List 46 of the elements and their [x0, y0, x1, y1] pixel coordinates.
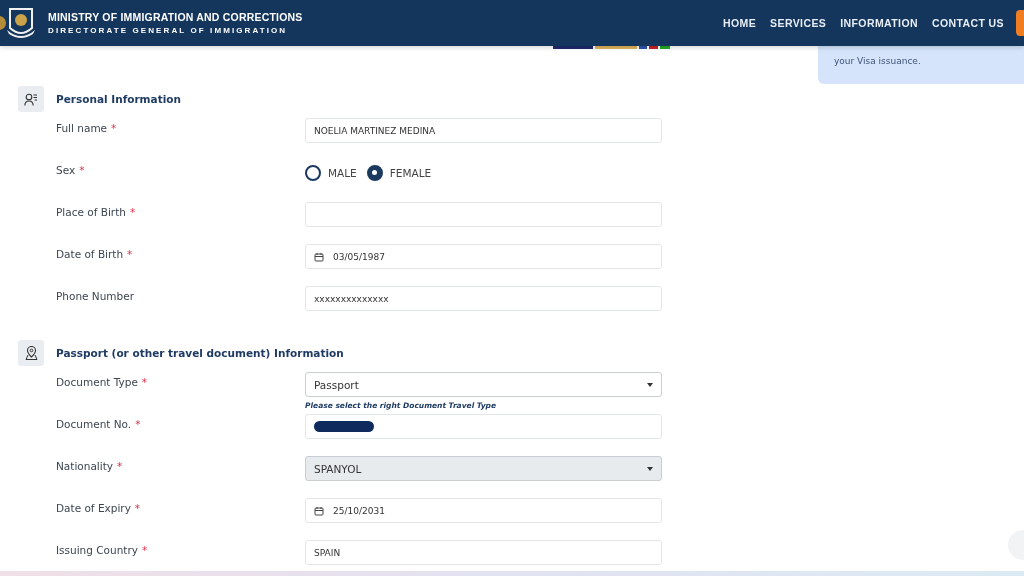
- text-input[interactable]: NOELIA MARTINEZ MEDINA: [305, 118, 662, 143]
- ministry-title: MINISTRY OF IMMIGRATION AND CORRECTIONS: [48, 11, 303, 23]
- field-label: Document Type: [56, 375, 138, 388]
- nav-link[interactable]: SERVICES: [770, 17, 827, 29]
- date-input[interactable]: 03/05/1987: [305, 244, 662, 269]
- field-label: Document No.: [56, 417, 132, 430]
- nav-link[interactable]: INFORMATION: [840, 17, 918, 29]
- required-asterisk: *: [117, 459, 123, 472]
- field-label: Nationality: [56, 459, 113, 472]
- notice-text: your Visa issuance.: [834, 56, 922, 66]
- field-label: Full name: [56, 121, 108, 134]
- nav-link[interactable]: HOME: [723, 17, 757, 29]
- field-label: Sex: [56, 163, 76, 176]
- required-asterisk: *: [129, 205, 136, 218]
- required-asterisk: *: [135, 417, 141, 430]
- calendar-icon: [314, 505, 324, 516]
- select-dropdown[interactable]: Passport: [305, 372, 662, 397]
- required-asterisk: *: [134, 501, 141, 514]
- text-input[interactable]: xxxxxxxxxxxxxx: [305, 286, 662, 311]
- section-title: Passport (or other travel document) Information: [56, 347, 344, 359]
- required-asterisk: *: [141, 375, 148, 388]
- radio-option[interactable]: FEMALE: [366, 164, 432, 181]
- text-input[interactable]: SPAIN: [305, 540, 662, 565]
- text-input[interactable]: [305, 414, 662, 439]
- section-title: Personal Information: [56, 93, 181, 105]
- field-label: Date of Birth: [56, 247, 124, 260]
- caret-icon: [647, 466, 653, 471]
- nav-link[interactable]: CONTACT US: [931, 17, 1004, 29]
- map-pin-icon: [24, 346, 38, 360]
- required-asterisk: *: [111, 121, 117, 134]
- required-asterisk: *: [142, 543, 148, 556]
- directorate-subtitle: DIRECTORATE GENERAL OF IMMIGRATION: [48, 26, 289, 35]
- header-action-button[interactable]: [1016, 10, 1024, 36]
- field-label: Date of Expiry: [56, 501, 131, 514]
- calendar-icon: [314, 251, 324, 262]
- date-input[interactable]: 25/10/2031: [305, 498, 662, 523]
- field-label: Place of Birth: [56, 205, 126, 218]
- person-list-icon: [24, 92, 38, 106]
- caret-icon: [647, 382, 653, 387]
- text-input[interactable]: [305, 202, 662, 227]
- field-label: Phone Number: [56, 289, 135, 302]
- redaction-mark: [314, 421, 374, 432]
- field-label: Issuing Country: [56, 543, 138, 556]
- radio-option[interactable]: MALE: [305, 164, 357, 181]
- required-asterisk: *: [79, 163, 85, 176]
- required-asterisk: *: [127, 247, 133, 260]
